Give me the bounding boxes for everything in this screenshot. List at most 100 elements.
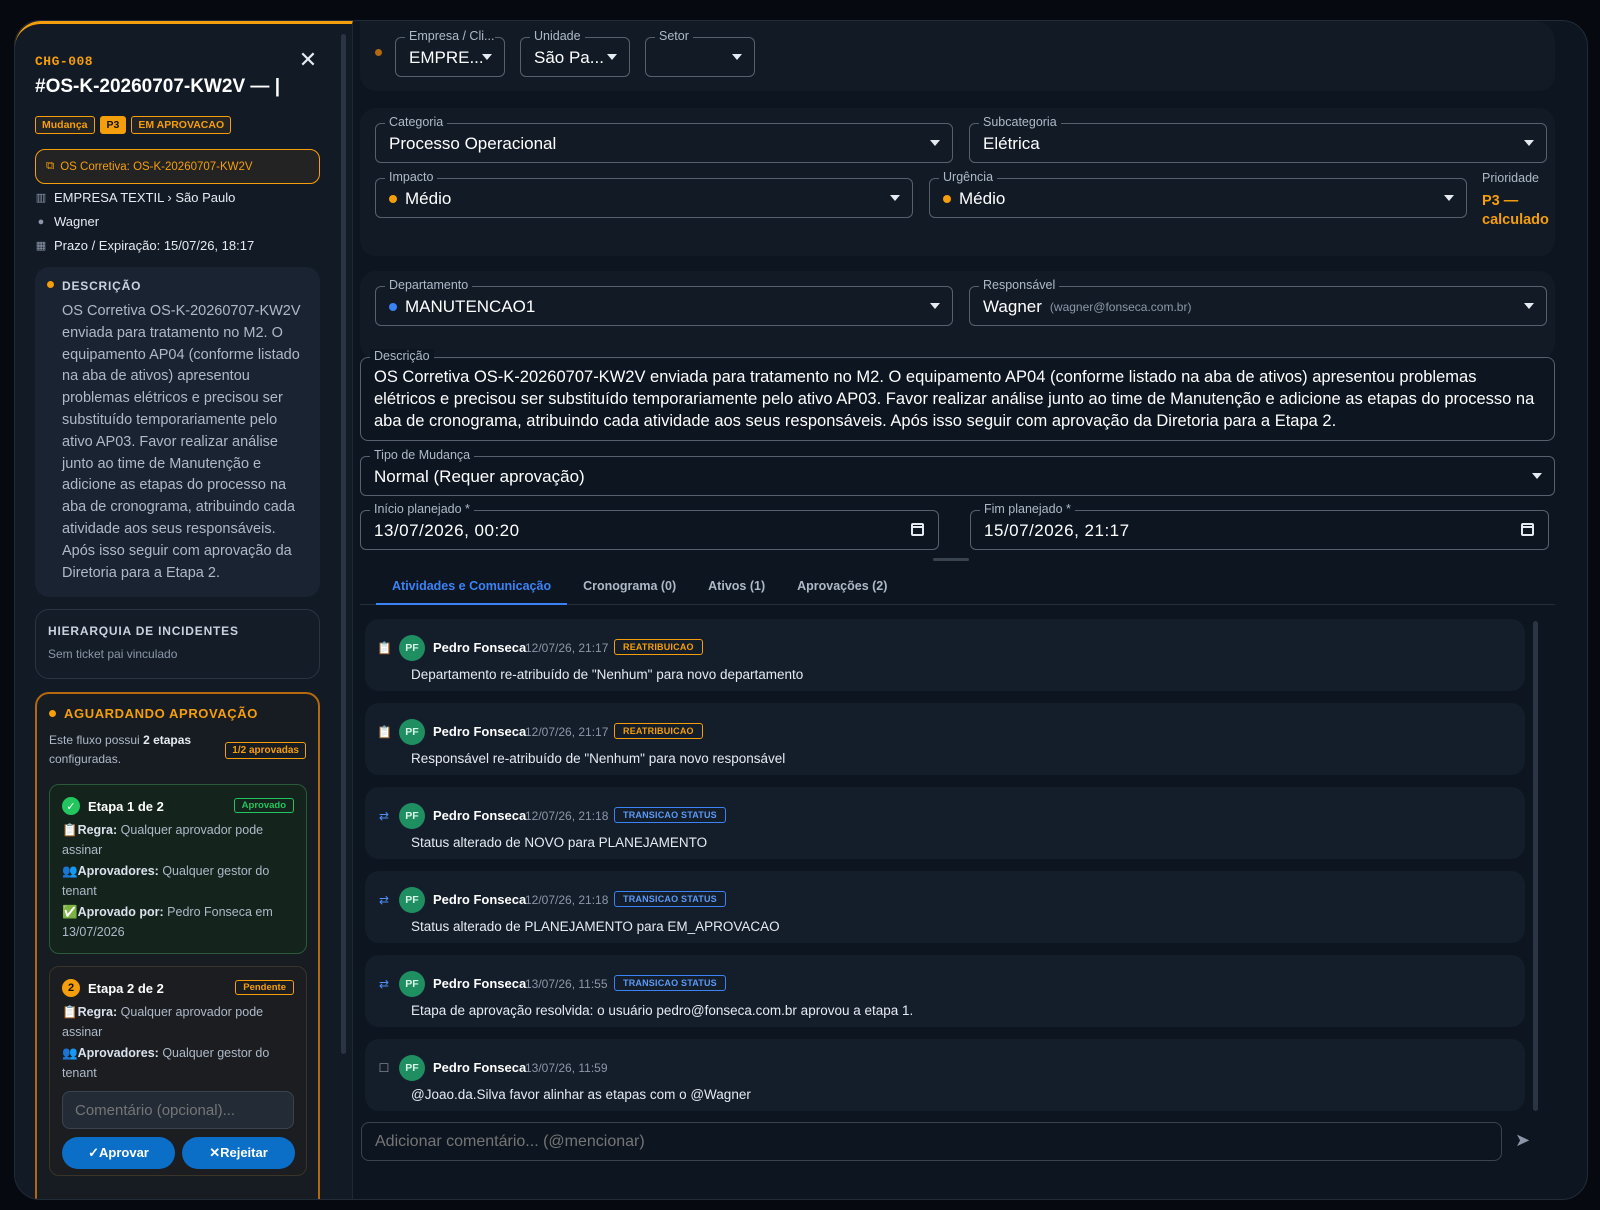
clipboard-icon: 📋 xyxy=(377,641,392,655)
company-path: ▥ EMPRESA TEXTIL › São Paulo xyxy=(35,190,236,205)
categoria-value: Processo Operacional xyxy=(389,134,557,153)
activity-timestamp: 12/07/26, 21:17 xyxy=(525,641,609,655)
activity-author: Pedro Fonseca xyxy=(433,892,527,907)
stage-2-approvers-label: 👥Aprovadores: xyxy=(62,1046,159,1060)
activity-tag: TRANSICAO STATUS xyxy=(614,807,726,823)
priority-badge: P3 xyxy=(99,116,127,134)
responsavel-name: Wagner xyxy=(983,297,1042,316)
departamento-value-text: MANUTENCAO1 xyxy=(405,297,536,316)
avatar: PF xyxy=(399,887,425,913)
chevron-down-icon xyxy=(1524,303,1534,309)
check-icon: ✓ xyxy=(62,797,80,815)
inicio-label: Início planejado * xyxy=(370,502,474,516)
stage-1-approvers: 👥Aprovadores: Qualquer gestor do tenant xyxy=(62,862,294,901)
tipo-mudanca-label: Tipo de Mudança xyxy=(370,448,475,462)
departamento-value: MANUTENCAO1 xyxy=(389,297,535,317)
activity-message: Status alterado de NOVO para PLANEJAMENT… xyxy=(411,835,708,850)
empresa-select[interactable]: Empresa / Cli... EMPRE... xyxy=(395,29,505,77)
swap-icon: ⇄ xyxy=(378,977,390,991)
approval-card: AGUARDANDO APROVAÇÃO Este fluxo possui 2… xyxy=(35,692,320,1199)
activity-timestamp: 13/07/26, 11:59 xyxy=(525,1061,608,1075)
activity-timestamp: 12/07/26, 21:18 xyxy=(525,809,609,823)
os-link[interactable]: ⧉ OS Corretiva: OS-K-20260707-KW2V xyxy=(35,149,320,184)
activity-tag: REATRIBUICAO xyxy=(614,723,703,739)
fim-label: Fim planejado * xyxy=(980,502,1075,516)
approval-comment-input[interactable] xyxy=(62,1091,294,1129)
responsavel-select[interactable]: Responsável Wagner (wagner@fonseca.com.br… xyxy=(969,278,1547,326)
impacto-select[interactable]: Impacto Médio xyxy=(375,170,913,218)
approve-button[interactable]: ✓Aprovar xyxy=(62,1137,175,1169)
categoria-label: Categoria xyxy=(385,115,448,129)
external-link-icon: ⧉ xyxy=(46,160,55,172)
department-dot xyxy=(389,303,397,311)
activity-tag: TRANSICAO STATUS xyxy=(614,891,726,907)
stage-2-rule: 📋Regra: Qualquer aprovador pode assinar xyxy=(62,1003,294,1042)
chevron-down-icon xyxy=(1524,140,1534,146)
subcategoria-label: Subcategoria xyxy=(979,115,1061,129)
chevron-down-icon xyxy=(890,195,900,201)
stage-2: 2 Etapa 2 de 2 Pendente 📋Regra: Qualquer… xyxy=(49,966,307,1176)
subcategoria-select[interactable]: Subcategoria Elétrica xyxy=(969,115,1547,163)
impacto-label: Impacto xyxy=(385,170,438,184)
chevron-down-icon xyxy=(1444,195,1454,201)
tab-cronograma[interactable]: Cronograma (0) xyxy=(567,569,692,605)
hierarchy-sub: Sem ticket pai vinculado xyxy=(48,647,178,661)
swap-icon: ⇄ xyxy=(378,809,390,823)
calendar-icon: ▦ xyxy=(35,240,47,252)
left-scrollbar[interactable] xyxy=(341,34,346,1054)
deadline-label: Prazo / Expiração: 15/07/26, 18:17 xyxy=(54,238,255,253)
categoria-select[interactable]: Categoria Processo Operacional xyxy=(375,115,953,163)
send-icon[interactable]: ➤ xyxy=(1515,1130,1537,1152)
chevron-down-icon xyxy=(607,54,617,60)
chevron-down-icon xyxy=(930,303,940,309)
activity-item: ⇄ PF Pedro Fonseca 12/07/26, 21:18 TRANSICAO… xyxy=(365,871,1525,943)
activity-item: ⇄ PF Pedro Fonseca 13/07/26, 11:55 TRANSICAO… xyxy=(365,955,1525,1027)
approval-sub-bold: 2 etapas xyxy=(143,733,192,747)
add-comment-input[interactable] xyxy=(361,1122,1502,1161)
reject-button[interactable]: ✕Rejeitar xyxy=(182,1137,295,1169)
chevron-down-icon xyxy=(1532,473,1542,479)
chevron-down-icon xyxy=(482,54,492,60)
hierarchy-card: HIERARQUIA DE INCIDENTES Sem ticket pai … xyxy=(35,609,320,679)
fim-planejado-input[interactable]: Fim planejado * 15/07/2026, 21:17 xyxy=(970,502,1549,550)
urgencia-value-text: Médio xyxy=(959,189,1006,208)
tipo-mudanca-value: Normal (Requer aprovação) xyxy=(374,467,585,486)
activity-message: @Joao.da.Silva favor alinhar as etapas c… xyxy=(411,1087,751,1102)
chevron-down-icon xyxy=(930,140,940,146)
urgencia-value: Médio xyxy=(943,189,1005,209)
stage-1-approved-by: ✅Aprovado por: Pedro Fonseca em 13/07/20… xyxy=(62,903,294,942)
urgencia-select[interactable]: Urgência Médio xyxy=(929,170,1467,218)
calendar-icon[interactable] xyxy=(1521,523,1534,536)
activity-tag: TRANSICAO STATUS xyxy=(614,975,726,991)
unidade-select[interactable]: Unidade São Pa... xyxy=(520,29,630,77)
resize-handle[interactable] xyxy=(933,558,969,561)
hierarchy-heading: HIERARQUIA DE INCIDENTES xyxy=(48,624,239,638)
departamento-select[interactable]: Departamento MANUTENCAO1 xyxy=(375,278,953,326)
classification-card: Categoria Processo Operacional Subcatego… xyxy=(360,108,1555,256)
avatar: PF xyxy=(399,971,425,997)
tipo-mudanca-select[interactable]: Tipo de Mudança Normal (Requer aprovação… xyxy=(360,448,1555,496)
tab-aprovacoes[interactable]: Aprovações (2) xyxy=(781,569,903,605)
responsavel-email: (wagner@fonseca.com.br) xyxy=(1049,300,1192,314)
tab-atividades[interactable]: Atividades e Comunicação xyxy=(376,569,568,605)
user-icon: ● xyxy=(37,215,45,228)
inicio-planejado-input[interactable]: Início planejado * 13/07/2026, 00:20 xyxy=(360,502,939,550)
calendar-icon[interactable] xyxy=(911,523,924,536)
activity-item: ☐ PF Pedro Fonseca 13/07/26, 11:59 @Joao.da.… xyxy=(365,1039,1525,1111)
description-field[interactable]: Descrição OS Corretiva OS-K-20260707-KW2… xyxy=(360,349,1555,441)
close-icon[interactable]: ✕ xyxy=(298,49,318,71)
stage-2-rule-label: 📋Regra: xyxy=(62,1005,118,1019)
stage-1-approved-label: ✅Aprovado por: xyxy=(62,905,164,919)
tab-ativos[interactable]: Ativos (1) xyxy=(692,569,781,605)
os-link-label: OS Corretiva: OS-K-20260707-KW2V xyxy=(60,160,253,173)
activity-item: ⇄ PF Pedro Fonseca 12/07/26, 21:18 TRANSICAO… xyxy=(365,787,1525,859)
setor-label: Setor xyxy=(655,29,693,43)
description-field-text[interactable]: OS Corretiva OS-K-20260707-KW2V enviada … xyxy=(374,366,1542,432)
urgency-dot xyxy=(943,195,951,203)
feed-scrollbar[interactable] xyxy=(1533,621,1538,1111)
setor-select[interactable]: Setor xyxy=(645,29,755,77)
description-dot xyxy=(47,281,54,288)
empresa-label: Empresa / Cli... xyxy=(405,29,495,43)
responsavel-value: Wagner (wagner@fonseca.com.br) xyxy=(983,297,1191,317)
chevron-down-icon xyxy=(732,54,742,60)
